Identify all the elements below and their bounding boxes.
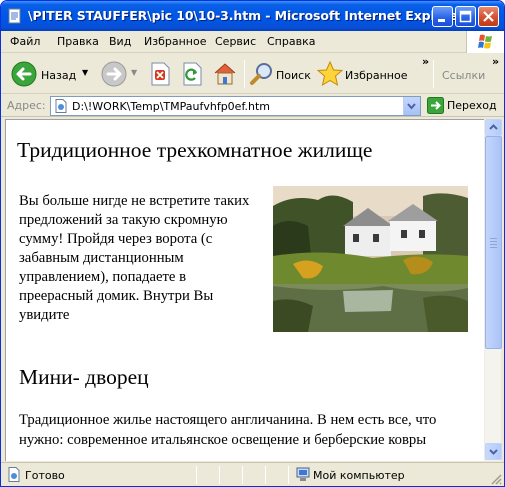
page-done-icon: [8, 467, 20, 482]
toolbar-separator: [244, 60, 245, 88]
page-icon: [55, 99, 67, 113]
favorites-label: Избранное: [345, 69, 408, 82]
search-button[interactable]: Поиск: [249, 58, 311, 90]
house-photo: [273, 186, 468, 332]
status-text: Готово: [25, 469, 65, 482]
star-icon: [317, 61, 343, 87]
maximize-icon: [459, 10, 472, 23]
minimize-icon: [438, 19, 445, 22]
refresh-icon: [183, 62, 202, 86]
page-content: Тридиционное трехкомнатное жилище Вы бол…: [5, 119, 484, 461]
scroll-grip: [490, 244, 497, 245]
status-divider: [219, 466, 220, 484]
browser-window: \PITER STAUFFER\pic 10\10-3.htm - Micros…: [0, 0, 505, 487]
status-divider: [288, 466, 289, 484]
close-icon: [483, 11, 494, 22]
scroll-down-button[interactable]: [485, 443, 502, 460]
home-button[interactable]: [211, 58, 241, 90]
scroll-grip: [490, 247, 497, 248]
scroll-up-icon: [489, 124, 498, 130]
menu-bar: Файл Правка Вид Избранное Сервис Справка: [1, 31, 504, 53]
links-label[interactable]: Ссылки: [442, 69, 485, 82]
go-arrow-icon: [427, 97, 444, 114]
status-divider: [242, 466, 243, 484]
status-divider: [265, 466, 266, 484]
back-arrow-icon: [11, 61, 37, 87]
ie-page-icon: [8, 8, 21, 24]
status-bar: Готово Мой компьютер: [1, 462, 504, 486]
window-title: \PITER STAUFFER\pic 10\10-3.htm - Micros…: [28, 8, 464, 23]
status-divider: [196, 466, 197, 484]
address-dropdown-button[interactable]: [403, 97, 420, 115]
address-label: Адрес:: [7, 99, 46, 112]
refresh-button[interactable]: [179, 58, 205, 90]
scroll-grip: [490, 241, 497, 242]
toolbar-chevron[interactable]: »: [422, 55, 429, 68]
computer-icon: [296, 467, 310, 481]
home-icon: [214, 63, 236, 85]
menu-help[interactable]: Справка: [267, 35, 315, 48]
address-text: D:\!WORK\Temp\TMPaufvhfp0ef.htm: [72, 100, 271, 113]
toolbar-separator: [433, 60, 434, 88]
resize-grip-icon[interactable]: [490, 473, 502, 485]
scroll-grip: [490, 238, 497, 239]
minimize-button[interactable]: [432, 6, 453, 27]
security-zone: Мой компьютер: [313, 469, 405, 482]
links-chevron[interactable]: »: [492, 55, 499, 68]
menu-view[interactable]: Вид: [109, 35, 131, 48]
favorites-button[interactable]: Избранное: [317, 58, 407, 90]
go-label: Переход: [447, 99, 497, 112]
section-heading: Мини- дворец: [19, 365, 149, 389]
title-bar[interactable]: \PITER STAUFFER\pic 10\10-3.htm - Micros…: [1, 1, 504, 31]
go-button[interactable]: Переход: [426, 97, 502, 115]
standard-toolbar: Назад ▼ ▼ Поиск Избранное » Ссылки »: [1, 54, 504, 94]
forward-button[interactable]: ▼: [99, 58, 139, 90]
scroll-down-icon: [489, 449, 498, 455]
address-input[interactable]: D:\!WORK\Temp\TMPaufvhfp0ef.htm: [50, 96, 421, 116]
section-paragraph: Традиционное жилье настоящего англичанин…: [19, 412, 437, 448]
back-dropdown-icon[interactable]: ▼: [82, 68, 88, 77]
forward-arrow-icon: [101, 61, 127, 87]
windows-logo-icon: [466, 31, 504, 53]
forward-dropdown-icon[interactable]: ▼: [131, 68, 137, 77]
menu-favorites[interactable]: Избранное: [144, 35, 206, 48]
scroll-up-button[interactable]: [485, 119, 502, 136]
close-button[interactable]: [478, 6, 499, 27]
stop-button[interactable]: [147, 58, 173, 90]
page-heading: Тридиционное трехкомнатное жилище: [17, 138, 373, 162]
maximize-button[interactable]: [455, 6, 476, 27]
scroll-thumb[interactable]: [485, 136, 502, 349]
vertical-scrollbar[interactable]: [484, 119, 502, 461]
search-label: Поиск: [276, 69, 311, 82]
stop-icon: [151, 62, 170, 86]
chevron-down-icon: [407, 103, 416, 110]
menu-tools[interactable]: Сервис: [215, 35, 256, 48]
menu-edit[interactable]: Правка: [57, 35, 99, 48]
back-label: Назад: [41, 69, 77, 82]
search-icon: [250, 63, 272, 85]
menu-file[interactable]: Файл: [10, 35, 40, 48]
intro-paragraph: Вы больше нигде не встретите таких предл…: [19, 193, 250, 323]
back-button[interactable]: Назад ▼: [11, 58, 91, 90]
address-bar: Адрес: D:\!WORK\Temp\TMPaufvhfp0ef.htm П…: [1, 95, 504, 117]
